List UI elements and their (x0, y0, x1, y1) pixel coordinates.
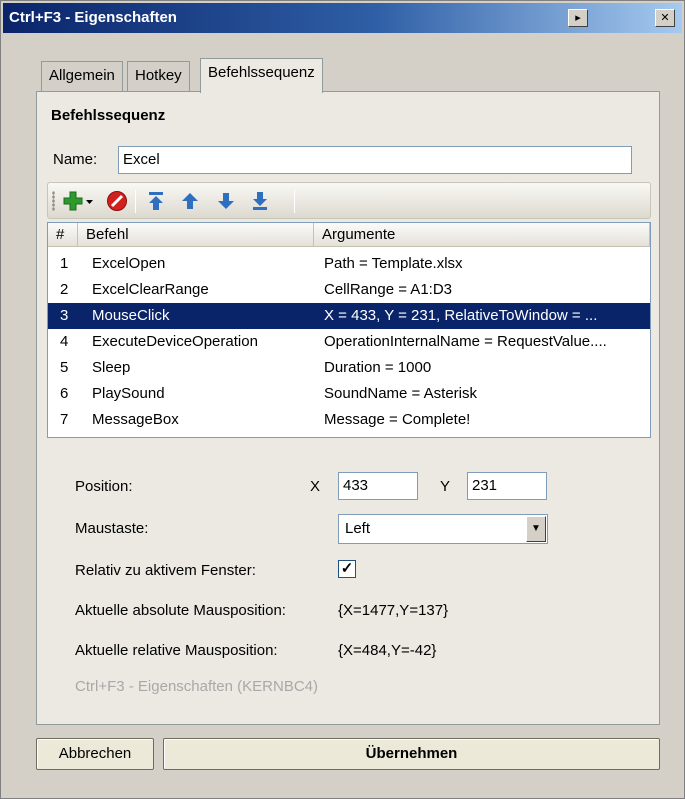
row-command: MessageBox (92, 411, 179, 428)
tab-panel: Befehlssequenz Name: Excel # Befehl Argu… (36, 91, 660, 725)
relative-position-label: Aktuelle relative Mausposition: (75, 642, 278, 659)
cancel-button[interactable]: Abbrechen (36, 738, 154, 770)
column-header-arguments[interactable]: Argumente (314, 223, 650, 247)
table-row[interactable]: 5 Sleep Duration = 1000 (48, 355, 650, 381)
table-row[interactable]: 1 ExcelOpen Path = Template.xlsx (48, 251, 650, 277)
move-down-icon (218, 193, 234, 209)
row-arguments: X = 433, Y = 231, RelativeToWindow = ... (324, 307, 598, 324)
row-arguments: CellRange = A1:D3 (324, 281, 452, 298)
table-row[interactable]: 7 MessageBox Message = Complete! (48, 407, 650, 433)
add-command-button[interactable] (61, 189, 85, 213)
relative-checkbox[interactable]: ✓ (338, 560, 356, 578)
relative-position-value: {X=484,Y=-42} (338, 642, 437, 659)
footer-note: Ctrl+F3 - Eigenschaften (KERNBC4) (75, 678, 319, 695)
tab-befehlssequenz[interactable]: Befehlssequenz (200, 58, 323, 93)
add-dropdown-button[interactable] (85, 189, 95, 213)
table-row[interactable]: 4 ExecuteDeviceOperation OperationIntern… (48, 329, 650, 355)
chevron-down-icon: ▼ (531, 523, 541, 534)
name-field[interactable]: Excel (118, 146, 632, 174)
row-arguments: SoundName = Asterisk (324, 385, 477, 402)
dropdown-arrow-icon (86, 200, 93, 204)
window-title: Ctrl+F3 - Eigenschaften (9, 9, 177, 26)
row-arguments: Path = Template.xlsx (324, 255, 463, 272)
position-label: Position: (75, 478, 133, 495)
command-toolbar (47, 182, 651, 219)
toolbar-grip[interactable] (52, 191, 55, 211)
toolbar-separator (135, 190, 136, 213)
x-label: X (310, 478, 321, 495)
apply-button[interactable]: Übernehmen (163, 738, 660, 770)
properties-dialog: Ctrl+F3 - Eigenschaften ▸ ✕ Allgemein Ho… (0, 0, 685, 799)
restore-button[interactable]: ▸ (568, 9, 588, 27)
column-header-command[interactable]: Befehl (78, 223, 314, 247)
table-row[interactable]: 6 PlaySound SoundName = Asterisk (48, 381, 650, 407)
delete-command-button[interactable] (105, 189, 129, 213)
triangle-right-icon: ▸ (575, 12, 581, 24)
y-field[interactable]: 231 (467, 472, 547, 500)
row-command: ExcelOpen (92, 255, 166, 272)
row-number: 3 (60, 307, 69, 324)
move-down-button[interactable] (214, 189, 238, 213)
row-arguments: Message = Complete! (324, 411, 471, 428)
move-up-button[interactable] (178, 189, 202, 213)
table-header: # Befehl Argumente (48, 223, 650, 247)
close-button[interactable]: ✕ (655, 9, 675, 27)
mouse-button-select[interactable]: Left ▼ (338, 514, 548, 544)
table-row-selected[interactable]: 3 MouseClick X = 433, Y = 231, RelativeT… (48, 303, 650, 329)
row-number: 4 (60, 333, 69, 350)
section-heading: Befehlssequenz (51, 107, 166, 124)
checkmark-icon: ✓ (340, 560, 354, 577)
row-arguments: OperationInternalName = RequestValue.... (324, 333, 607, 350)
tab-hotkey[interactable]: Hotkey (127, 61, 190, 91)
close-icon: ✕ (660, 12, 670, 24)
row-command: ExecuteDeviceOperation (92, 333, 258, 350)
y-label: Y (440, 478, 451, 495)
title-bar[interactable]: Ctrl+F3 - Eigenschaften ▸ ✕ (3, 3, 682, 33)
add-icon (63, 191, 83, 211)
dropdown-button[interactable]: ▼ (526, 516, 546, 542)
x-field[interactable]: 433 (338, 472, 418, 500)
row-number: 5 (60, 359, 69, 376)
move-bottom-icon (253, 192, 267, 210)
toolbar-separator (294, 190, 295, 213)
mouse-button-label: Maustaste: (75, 520, 149, 537)
row-number: 1 (60, 255, 69, 272)
row-arguments: Duration = 1000 (324, 359, 432, 376)
mouse-button-value: Left (345, 520, 371, 537)
absolute-position-value: {X=1477,Y=137} (338, 602, 449, 619)
absolute-position-label: Aktuelle absolute Mausposition: (75, 602, 286, 619)
row-command: PlaySound (92, 385, 165, 402)
row-number: 2 (60, 281, 69, 298)
move-top-button[interactable] (144, 189, 168, 213)
move-top-icon (149, 192, 163, 210)
delete-icon (107, 191, 127, 211)
command-table: # Befehl Argumente 1 ExcelOpen Path = Te… (47, 222, 651, 438)
row-number: 7 (60, 411, 69, 428)
relative-label: Relativ zu aktivem Fenster: (75, 562, 256, 579)
move-bottom-button[interactable] (248, 189, 272, 213)
tab-allgemein[interactable]: Allgemein (41, 61, 123, 91)
row-command: Sleep (92, 359, 131, 376)
row-command: ExcelClearRange (92, 281, 209, 298)
column-header-number[interactable]: # (48, 223, 78, 247)
row-command: MouseClick (92, 307, 170, 324)
move-up-icon (182, 193, 198, 209)
table-row[interactable]: 2 ExcelClearRange CellRange = A1:D3 (48, 277, 650, 303)
name-label: Name: (53, 151, 98, 168)
row-number: 6 (60, 385, 69, 402)
